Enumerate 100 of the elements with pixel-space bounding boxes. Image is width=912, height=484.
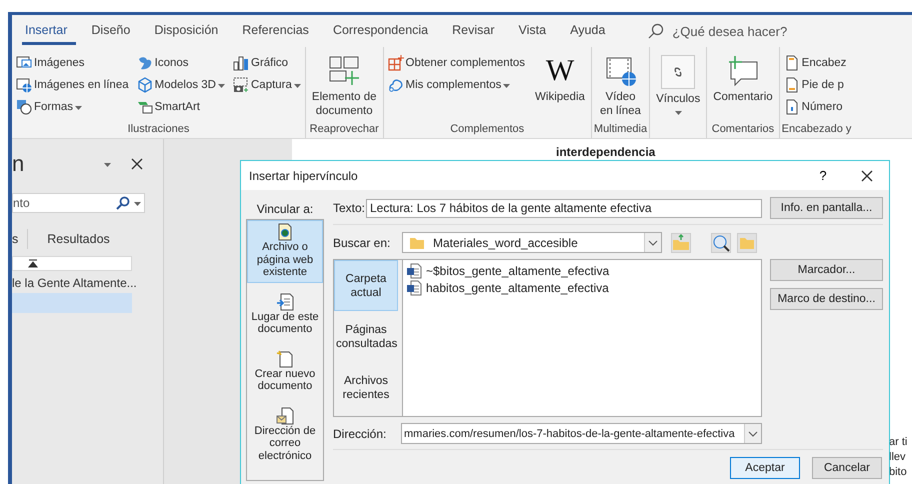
ribbon-button[interactable]: Vídeo en línea — [594, 52, 648, 121]
screen-tip-button[interactable]: Info. en pantalla... — [770, 197, 883, 219]
source-option[interactable]: Páginas consultadas — [334, 311, 398, 362]
caret-icon — [503, 82, 510, 88]
ribbon-button[interactable]: Imágenes en línea — [14, 74, 131, 96]
caret-icon — [218, 82, 225, 88]
file-name[interactable]: habitos_gente_altamente_efectiva — [426, 280, 609, 294]
ribbon-button[interactable]: Comentario — [709, 52, 777, 107]
pane-title: n — [12, 151, 26, 177]
web-document-icon — [276, 223, 294, 241]
ribbon-tab[interactable]: Revisar — [449, 17, 504, 45]
close-icon — [861, 170, 873, 182]
document-heading: interdependencia — [556, 145, 656, 159]
field-label: Buscar en: — [333, 236, 392, 250]
link-to-label: Vincular a: — [256, 201, 314, 218]
pane-tab[interactable]: s — [12, 232, 28, 246]
ribbon-tab[interactable]: Referencias — [239, 17, 318, 45]
ribbon-button[interactable]: Imágenes — [14, 52, 131, 74]
ribbon-tab[interactable]: Diseño — [88, 17, 140, 45]
link-type-option[interactable]: Crear nuevo documento — [247, 346, 323, 396]
ribbon-button[interactable]: SmartArt — [134, 96, 227, 118]
blocks-icon — [328, 55, 360, 87]
tell-me-field[interactable]: ¿Qué desea hacer? — [670, 22, 814, 40]
collapse-icon — [28, 258, 38, 268]
camera-icon — [233, 77, 249, 93]
close-icon — [131, 158, 143, 170]
document-envelope-icon — [276, 406, 294, 424]
ribbon-tab[interactable]: Insertar — [22, 17, 76, 45]
ribbon-button[interactable]: Obtener complementos — [386, 52, 528, 74]
caret-icon — [104, 160, 111, 168]
group-label: Encabezado y — [782, 122, 852, 137]
heading-item[interactable]: le la Gente Altamente... — [12, 271, 163, 293]
dialog-button[interactable]: Marcador... — [770, 259, 883, 281]
pane-tab[interactable]: Resultados — [47, 232, 119, 246]
source-option[interactable]: Archivos recientes — [334, 362, 398, 413]
chevron-icon — [748, 428, 758, 438]
word-document-icon — [406, 262, 422, 278]
dialog-title: Insertar hipervínculo — [249, 168, 359, 182]
dialog-button[interactable]: Marco de destino... — [770, 288, 883, 310]
caret-icon — [294, 82, 301, 88]
ribbon-tab[interactable]: Disposición — [151, 17, 228, 45]
look-in-dropdown[interactable]: Materiales_word_accesible — [402, 232, 662, 253]
chevron-icon — [648, 238, 658, 248]
ribbon-button[interactable]: Elemento de documento — [308, 52, 380, 121]
source-option[interactable]: Carpeta actual — [334, 260, 398, 311]
search-icon — [648, 23, 664, 39]
collapse-bar[interactable] — [12, 256, 132, 271]
ribbon-tab[interactable]: Vista — [516, 17, 556, 45]
bar-chart-icon — [233, 55, 249, 71]
link-icon — [661, 55, 696, 89]
ribbon-tab[interactable]: Correspondencia — [330, 17, 438, 45]
ribbon-button[interactable]: Pie de p — [782, 74, 852, 96]
grid-plus-icon — [388, 55, 404, 71]
cancel-button[interactable]: Cancelar — [812, 457, 882, 479]
folder-up-icon — [672, 234, 690, 252]
ribbon-button[interactable]: Gráfico — [231, 52, 303, 74]
web-picture-icon — [16, 77, 32, 93]
ribbon-button[interactable]: Mis complementos — [386, 74, 528, 96]
ribbon-button[interactable]: Captura — [231, 74, 303, 96]
page-icon — [784, 99, 800, 115]
page-icon — [784, 77, 800, 93]
comment-icon — [726, 55, 759, 87]
ribbon-button[interactable]: Modelos 3D — [134, 74, 227, 96]
page-icon — [784, 55, 800, 71]
diagram-icon — [136, 99, 153, 115]
ribbon-button[interactable]: W Wikipedia — [531, 52, 589, 107]
cube-icon — [136, 77, 153, 93]
ribbon-button[interactable]: Iconos — [134, 52, 227, 74]
group-label: Comentarios — [710, 122, 776, 137]
group-label: Ilustraciones — [126, 122, 190, 137]
caret-icon — [74, 104, 82, 110]
ribbon-tab[interactable]: Ayuda — [567, 17, 614, 45]
caret-icon — [674, 109, 682, 116]
link-type-option[interactable]: Archivo o página web existente — [247, 220, 323, 282]
field-label: Texto: — [333, 201, 366, 215]
help-button[interactable]: ? — [801, 161, 845, 190]
ribbon-button[interactable]: Encabez — [782, 52, 852, 74]
search-icon — [116, 196, 130, 210]
group-label: Multimedia — [594, 122, 648, 137]
word-document-icon — [406, 280, 422, 296]
text-field[interactable]: Lectura: Los 7 hábitos de la gente altamente efectiva — [366, 198, 762, 218]
leaf-icon — [136, 55, 153, 71]
new-document-icon — [276, 350, 294, 368]
ribbon-button[interactable]: Formas — [14, 96, 131, 118]
document-arrow-icon — [276, 292, 294, 310]
address-field[interactable]: mmaries.com/resumen/los-7-habitos-de-la-gente-altamente-efectiva — [401, 423, 762, 444]
search-field[interactable]: nto — [12, 193, 145, 213]
up-folder-button[interactable] — [671, 232, 691, 252]
file-name[interactable]: ~$bitos_gente_altamente_efectiva — [426, 264, 610, 278]
caret-icon — [134, 200, 141, 206]
shapes-icon — [16, 99, 32, 115]
link-type-option[interactable]: Dirección de correo electrónico — [247, 404, 323, 466]
video-icon — [604, 55, 636, 87]
document-text: ar ti — [889, 435, 908, 450]
group-label: Reaprovechar — [308, 122, 380, 137]
link-type-option[interactable]: Lugar de este documento — [247, 290, 323, 340]
ok-button[interactable]: Aceptar — [730, 457, 800, 479]
group-label: Complementos — [449, 122, 526, 137]
ribbon-button[interactable]: Vínculos — [652, 52, 704, 119]
ribbon-button[interactable]: Número — [782, 96, 852, 118]
